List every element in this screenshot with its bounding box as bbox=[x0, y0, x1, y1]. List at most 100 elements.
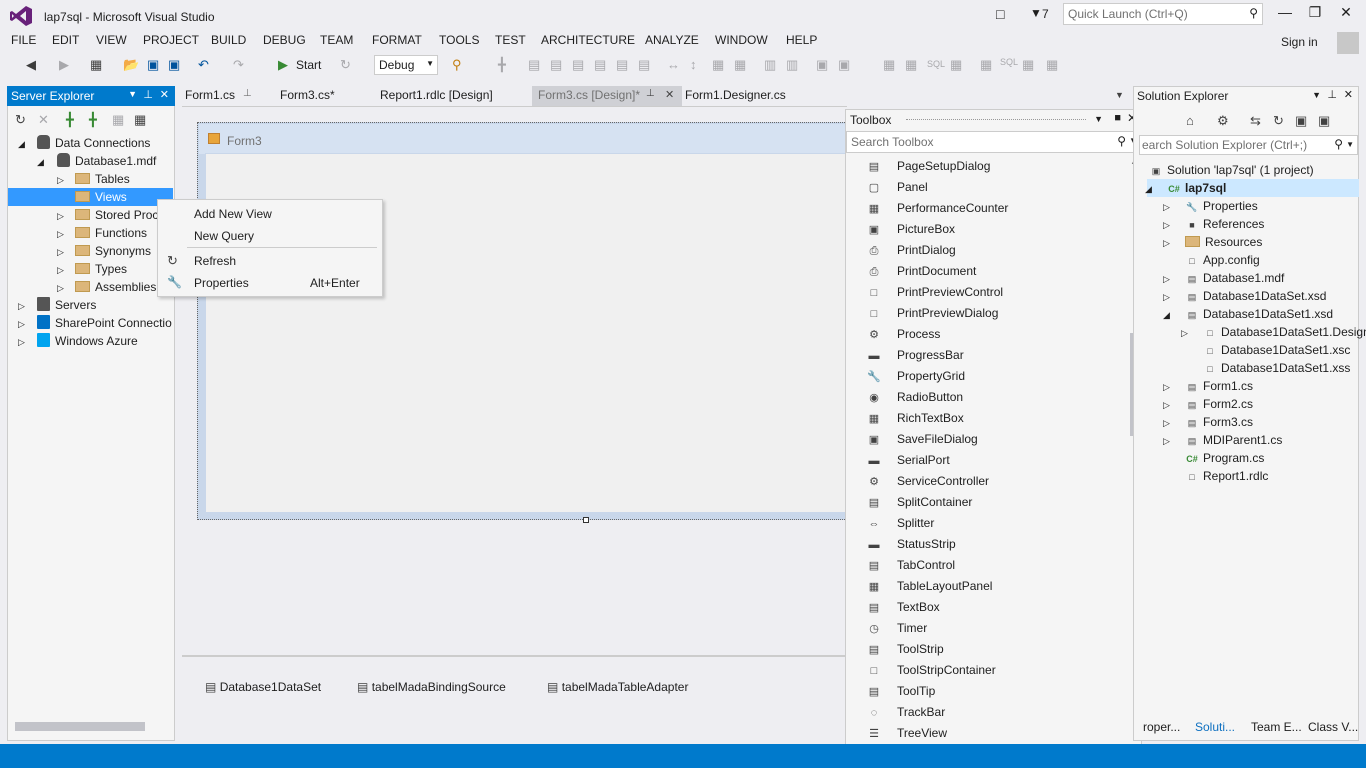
tree-item-data-connections[interactable]: Data Connections bbox=[37, 134, 150, 152]
tab-form3-design[interactable]: Form3.cs [Design]* bbox=[538, 88, 640, 106]
feedback-icon[interactable]: □ bbox=[996, 6, 1004, 22]
connect-database-icon[interactable]: ╋ bbox=[66, 112, 74, 128]
menu-item-new-query[interactable]: New Query bbox=[194, 229, 254, 243]
menu-team[interactable]: TEAM bbox=[320, 33, 353, 47]
make-same-width-icon[interactable]: ↔ bbox=[667, 57, 680, 72]
solution-item[interactable]: 🔧 Properties bbox=[1185, 197, 1257, 215]
expand-arrow-icon[interactable]: ▷ bbox=[1163, 418, 1170, 429]
menu-item-refresh[interactable]: Refresh bbox=[194, 254, 236, 268]
maximize-button[interactable]: ❐ bbox=[1302, 4, 1328, 24]
undo-icon[interactable]: ↶ bbox=[198, 57, 209, 73]
tree-item-database[interactable]: Database1.mdf bbox=[57, 152, 156, 170]
solution-item[interactable]: □ App.config bbox=[1185, 251, 1259, 269]
pin-icon[interactable]: ⊥ bbox=[646, 88, 655, 99]
menu-view[interactable]: VIEW bbox=[96, 33, 127, 47]
tab-class-view[interactable]: Class V... bbox=[1308, 720, 1358, 734]
sharepoint-connect-icon[interactable]: ▦ bbox=[134, 112, 146, 128]
make-same-height-icon[interactable]: ↕ bbox=[690, 57, 697, 72]
expand-arrow-icon[interactable]: ▷ bbox=[1163, 436, 1170, 447]
close-icon[interactable]: ✕ bbox=[160, 88, 169, 101]
expand-arrow-icon[interactable]: ▷ bbox=[18, 319, 25, 330]
menu-edit[interactable]: EDIT bbox=[52, 33, 79, 47]
collapse-arrow-icon[interactable]: ◢ bbox=[18, 139, 25, 150]
connect-server-icon[interactable]: ╋ bbox=[89, 112, 97, 128]
menu-help[interactable]: HELP bbox=[786, 33, 817, 47]
chevron-down-icon[interactable]: ▼ bbox=[1346, 140, 1354, 149]
stop-icon[interactable]: ✕ bbox=[38, 112, 49, 128]
size-to-grid-icon[interactable]: ▦ bbox=[734, 57, 746, 73]
solution-item[interactable]: C# lap7sql bbox=[1167, 179, 1226, 197]
sql-icon[interactable]: SQL bbox=[927, 59, 945, 69]
vertical-spacing-icon[interactable]: ▥ bbox=[786, 57, 798, 73]
toolbox-item-picturebox[interactable]: ▣ PictureBox bbox=[867, 219, 955, 239]
close-button[interactable]: ✕ bbox=[1333, 4, 1359, 24]
tray-item-table-adapter[interactable]: ▤ tabelMadaTableAdapter bbox=[547, 680, 688, 694]
table-columns-icon[interactable]: ▦ bbox=[905, 57, 917, 73]
tray-item-dataset[interactable]: ▤ Database1DataSet bbox=[205, 680, 321, 694]
table-icon[interactable]: ▦ bbox=[883, 57, 895, 73]
tree-item-sharepoint[interactable]: SharePoint Connectio bbox=[37, 314, 172, 332]
configuration-select[interactable]: Debug ▼ bbox=[374, 55, 438, 75]
back-icon[interactable]: ◀ bbox=[26, 57, 36, 73]
refresh-icon[interactable]: ↻ bbox=[340, 57, 351, 73]
tree-item-assemblies[interactable]: Assemblies bbox=[75, 278, 156, 296]
bring-to-front-icon[interactable]: ▣ bbox=[816, 57, 828, 73]
tab-solution-explorer[interactable]: Soluti... bbox=[1195, 720, 1235, 734]
solution-item[interactable]: ▤ Database1DataSet1.xsd bbox=[1185, 305, 1333, 323]
query-icon[interactable]: ▦ bbox=[950, 57, 962, 73]
align-bottoms-icon[interactable]: ▤ bbox=[638, 57, 650, 73]
pending-changes-icon[interactable]: ⇆ bbox=[1250, 113, 1261, 129]
tree-item-synonyms[interactable]: Synonyms bbox=[75, 242, 151, 260]
collapse-arrow-icon[interactable]: ◢ bbox=[1145, 184, 1152, 195]
maximize-icon[interactable]: ■ bbox=[1114, 112, 1121, 124]
solution-item[interactable]: □ Database1DataSet1.Design bbox=[1203, 323, 1366, 341]
toolbox-item-performancecounter[interactable]: ▦ PerformanceCounter bbox=[867, 198, 1009, 218]
resize-handle[interactable] bbox=[583, 517, 589, 523]
close-icon[interactable]: ✕ bbox=[665, 88, 674, 101]
expand-arrow-icon[interactable]: ▷ bbox=[18, 301, 25, 312]
tree-item-tables[interactable]: Tables bbox=[75, 170, 130, 188]
solution-item[interactable]: □ Database1DataSet1.xss bbox=[1203, 359, 1350, 377]
solution-item[interactable]: ▤ MDIParent1.cs bbox=[1185, 431, 1283, 449]
toolbox-item-trackbar[interactable]: ◌ TrackBar bbox=[867, 702, 946, 722]
toolbox-item-pagesetupdialog[interactable]: ▤ PageSetupDialog bbox=[867, 156, 991, 176]
toolbox-item-printdocument[interactable]: ⎙ PrintDocument bbox=[867, 261, 977, 281]
expand-arrow-icon[interactable]: ▷ bbox=[57, 175, 64, 186]
tab-properties[interactable]: roper... bbox=[1143, 720, 1180, 734]
close-icon[interactable]: ✕ bbox=[1344, 88, 1353, 101]
tray-item-binding-source[interactable]: ▤ tabelMadaBindingSource bbox=[357, 680, 506, 694]
toolbox-item-toolstripcontainer[interactable]: □ ToolStripContainer bbox=[867, 660, 996, 680]
horizontal-spacing-icon[interactable]: ▥ bbox=[764, 57, 776, 73]
tree-item-views[interactable]: Views bbox=[75, 188, 127, 206]
toolbox-search-input[interactable]: Search Toolbox⚲▼ bbox=[846, 131, 1141, 153]
tab-list-dropdown-icon[interactable]: ▼ bbox=[1115, 90, 1124, 100]
toolbox-item-tabcontrol[interactable]: ▤ TabControl bbox=[867, 555, 955, 575]
expand-arrow-icon[interactable]: ▷ bbox=[1163, 400, 1170, 411]
solution-item[interactable]: ▣ Solution 'lap7sql' (1 project) bbox=[1149, 161, 1314, 179]
menu-architecture[interactable]: ARCHITECTURE bbox=[541, 33, 635, 47]
collapse-arrow-icon[interactable]: ◢ bbox=[37, 157, 44, 168]
toolbox-item-statusstrip[interactable]: ▬ StatusStrip bbox=[867, 534, 956, 554]
menu-window[interactable]: WINDOW bbox=[715, 33, 768, 47]
solution-item[interactable]: ▤ Database1DataSet.xsd bbox=[1185, 287, 1327, 305]
menu-project[interactable]: PROJECT bbox=[143, 33, 199, 47]
toolbox-item-richtextbox[interactable]: ▦ RichTextBox bbox=[867, 408, 964, 428]
expand-arrow-icon[interactable]: ▷ bbox=[1163, 274, 1170, 285]
tree-item-windows-azure[interactable]: Windows Azure bbox=[37, 332, 138, 350]
send-to-back-icon[interactable]: ▣ bbox=[838, 57, 850, 73]
solution-item[interactable]: C# Program.cs bbox=[1185, 449, 1264, 467]
solution-item[interactable]: ■ References bbox=[1185, 215, 1264, 233]
home-icon[interactable]: ⌂ bbox=[1186, 113, 1194, 128]
tree-item-functions[interactable]: Functions bbox=[75, 224, 147, 242]
expand-arrow-icon[interactable]: ▷ bbox=[57, 265, 64, 276]
redo-icon[interactable]: ↷ bbox=[233, 57, 244, 73]
tree-item-servers[interactable]: Servers bbox=[37, 296, 96, 314]
toolbox-item-timer[interactable]: ◷ Timer bbox=[867, 618, 927, 638]
toolbox-item-panel[interactable]: ▢ Panel bbox=[867, 177, 928, 197]
quick-launch-input[interactable]: Quick Launch (Ctrl+Q) ⚲ bbox=[1063, 3, 1263, 25]
collapse-arrow-icon[interactable]: ◢ bbox=[1163, 310, 1170, 321]
sql-query-icon[interactable]: SQL bbox=[1000, 57, 1018, 67]
expand-arrow-icon[interactable]: ▷ bbox=[1181, 328, 1188, 339]
horizontal-scrollbar[interactable] bbox=[15, 722, 145, 731]
align-lefts-icon[interactable]: ▤ bbox=[528, 57, 540, 73]
